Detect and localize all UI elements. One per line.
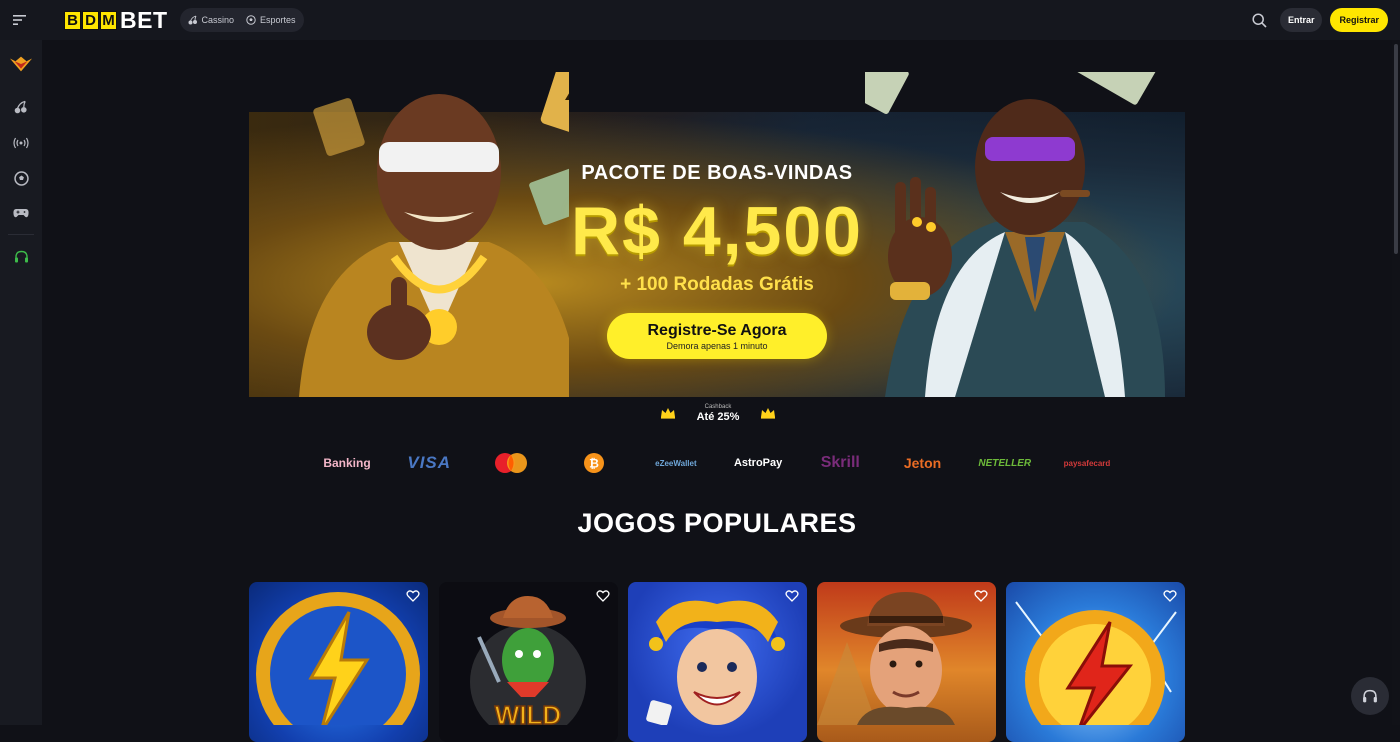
sidebar-divider <box>8 234 34 235</box>
top-bar: B D M BET Cassino Esportes Entrar Regist… <box>0 0 1400 40</box>
main-nav: Cassino Esportes <box>179 8 304 32</box>
logo-letter: B <box>64 10 81 30</box>
banner-bonus: + 100 Rodadas Grátis <box>620 274 814 295</box>
register-button[interactable]: Registrar <box>1330 8 1388 32</box>
payment-logo-paysafecard: paysafecard <box>1063 458 1111 468</box>
cherry-icon <box>188 15 197 25</box>
banner-subtitle: PACOTE DE BOAS-VINDAS <box>581 162 853 184</box>
bitcoin-icon: ₿ <box>583 453 604 473</box>
hamburger-menu-icon <box>13 15 26 25</box>
headset-icon <box>1363 689 1377 702</box>
payment-logo-astropay: AstroPay <box>733 457 783 469</box>
payment-logo-jeton: Jeton <box>903 455 942 471</box>
soccer-ball-icon <box>13 170 29 186</box>
favorite-button[interactable] <box>974 589 988 603</box>
jester-icon <box>646 600 785 726</box>
cashback-badge: Cashback Até 25% <box>660 401 776 425</box>
top-actions: Entrar Registrar <box>1248 0 1388 40</box>
explorer-icon <box>817 592 972 725</box>
login-button[interactable]: Entrar <box>1279 8 1323 32</box>
sidebar-item-casino[interactable] <box>9 95 33 119</box>
red-lightning-coin-icon <box>1015 601 1177 742</box>
sidebar-item-games[interactable] <box>9 201 33 225</box>
sidebar-item-support[interactable] <box>9 245 33 269</box>
favorite-button[interactable] <box>1163 589 1177 603</box>
live-broadcast-icon <box>13 137 29 149</box>
logo-letter: D <box>82 10 99 30</box>
brand-logo[interactable]: B D M BET <box>64 7 168 34</box>
popular-games-grid: WILD <box>249 582 1185 742</box>
cta-sublabel: Demora apenas 1 minuto <box>666 340 768 351</box>
cherry-icon <box>14 100 27 114</box>
payment-logo-bitcoin: ₿ <box>553 450 635 476</box>
search-icon <box>1252 12 1268 28</box>
headset-icon <box>14 250 28 263</box>
cashback-value: Até 25% <box>696 410 740 423</box>
heart-icon <box>785 590 799 602</box>
section-title-popular-games: JOGOS POPULARES <box>577 508 857 538</box>
crown-icon <box>760 408 775 419</box>
banner-amount: R$ 4,500 <box>571 193 863 269</box>
nav-item-esportes[interactable]: Esportes <box>246 15 296 25</box>
payment-logo-banking: Banking <box>323 456 371 470</box>
sidebar <box>0 40 42 725</box>
wild-label: WILD <box>495 700 561 725</box>
payment-logo-neteller: NETELLER <box>978 457 1032 469</box>
heart-icon <box>406 590 420 602</box>
game-card[interactable] <box>1006 582 1185 742</box>
nav-item-label: Cassino <box>201 15 235 25</box>
cta-label: Registre-Se Agora <box>647 321 787 339</box>
register-now-button[interactable]: Registre-Se Agora Demora apenas 1 minuto <box>607 313 827 359</box>
mastercard-icon <box>495 453 528 473</box>
crown-icon <box>661 408 675 419</box>
logo-letter: M <box>100 10 117 30</box>
payment-methods: Banking VISA ₿ eZeeWallet AstroPay Skril… <box>306 450 1128 476</box>
vip-crown-badge-icon <box>9 56 33 72</box>
support-chat-button[interactable] <box>1351 677 1389 715</box>
nav-item-label: Esportes <box>260 15 296 25</box>
cashback-label: Cashback <box>704 403 732 410</box>
heart-icon <box>596 590 610 602</box>
payment-logo-visa: VISA <box>407 453 452 472</box>
cactus-cowboy-icon: WILD <box>470 596 586 740</box>
favorite-button[interactable] <box>406 589 420 603</box>
heart-icon <box>974 590 988 602</box>
menu-toggle-button[interactable] <box>0 0 40 40</box>
payment-logo-mastercard <box>470 450 552 476</box>
sidebar-item-sports[interactable] <box>9 166 33 190</box>
welcome-banner[interactable]: PACOTE DE BOAS-VINDAS R$ 4,500 + 100 Rod… <box>249 72 1185 397</box>
nav-item-cassino[interactable]: Cassino <box>188 15 235 25</box>
game-card[interactable] <box>628 582 807 742</box>
payment-logo-skrill: Skrill <box>820 454 860 471</box>
lightning-coin-icon <box>256 592 420 742</box>
game-card[interactable] <box>817 582 996 742</box>
favorite-button[interactable] <box>596 589 610 603</box>
svg-text:₿: ₿ <box>589 457 599 471</box>
scrollbar-thumb[interactable] <box>1394 44 1398 254</box>
game-card[interactable]: WILD <box>439 582 618 742</box>
search-button[interactable] <box>1248 8 1272 32</box>
gamepad-icon <box>13 209 29 218</box>
payment-logo-ezeewallet: eZeeWallet <box>655 458 697 468</box>
logo-suffix: BET <box>120 6 168 33</box>
soccer-ball-icon <box>246 15 256 25</box>
sidebar-item-vip[interactable] <box>9 52 33 76</box>
heart-icon <box>1163 590 1177 602</box>
sidebar-item-live[interactable] <box>9 131 33 155</box>
favorite-button[interactable] <box>785 589 799 603</box>
game-card[interactable] <box>249 582 428 742</box>
